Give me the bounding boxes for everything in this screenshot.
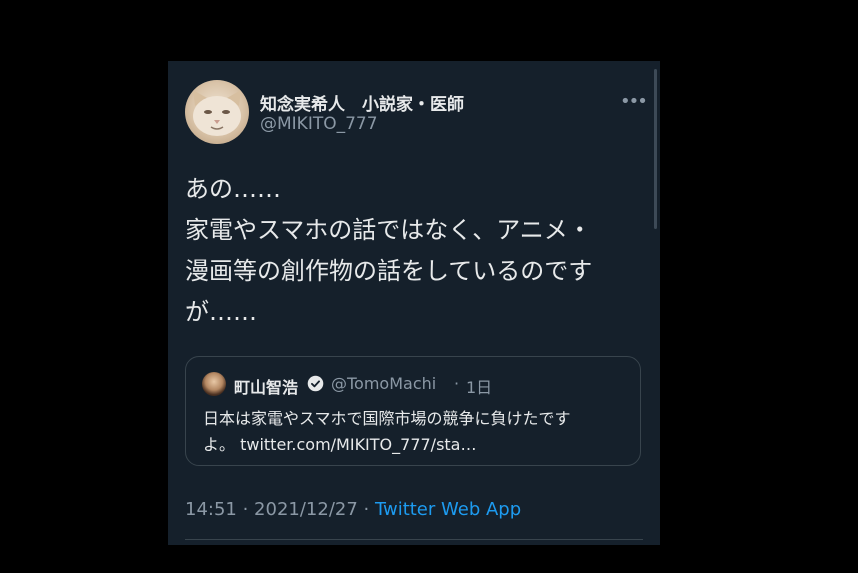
quoted-author-handle: @TomoMachi — [331, 374, 437, 393]
tweet-card: 知念実希人 小説家・医師 @MIKITO_777 ••• あの…… 家電やスマホ… — [168, 61, 660, 545]
divider — [185, 539, 643, 540]
quoted-tweet[interactable]: 町山智浩 @TomoMachi · 1日 日本は家電やスマホで国際市場の競争に負… — [185, 356, 641, 466]
quoted-author-name: 町山智浩 — [234, 378, 299, 397]
tweet-metadata: 14:51 · 2021/12/27 · Twitter Web App — [185, 499, 521, 520]
tweet-text-line: が…… — [185, 298, 257, 326]
quoted-text-line: よ。 twitter.com/MIKITO_777/sta… — [203, 435, 477, 454]
cat-avatar-image — [193, 90, 241, 136]
tweet-text-line: あの…… — [185, 175, 281, 203]
tweet-text-line: 家電やスマホの話ではなく、アニメ・ — [185, 216, 592, 244]
tweet-text: あの…… 家電やスマホの話ではなく、アニメ・ 漫画等の創作物の話をしているのです… — [185, 169, 645, 333]
author-handle[interactable]: @MIKITO_777 — [260, 114, 378, 134]
tweet-text-line: 漫画等の創作物の話をしているのです — [185, 257, 593, 285]
scrollbar[interactable] — [654, 69, 657, 229]
more-horizontal-icon[interactable]: ••• — [620, 91, 648, 112]
tweet-source-app[interactable]: Twitter Web App — [375, 499, 521, 520]
author-avatar[interactable] — [185, 80, 249, 144]
quoted-text: 日本は家電やスマホで国際市場の競争に負けたです よ。 twitter.com/M… — [203, 406, 623, 458]
quoted-separator: · — [454, 374, 460, 393]
tweet-timestamp[interactable]: 14:51 · 2021/12/27 · — [185, 499, 375, 520]
quoted-text-line: 日本は家電やスマホで国際市場の競争に負けたです — [203, 409, 571, 428]
author-display-name[interactable]: 知念実希人 小説家・医師 — [260, 90, 464, 115]
quoted-author-avatar — [202, 372, 226, 396]
quoted-timestamp[interactable]: 1日 — [466, 374, 492, 398]
verified-badge-icon — [307, 375, 324, 392]
